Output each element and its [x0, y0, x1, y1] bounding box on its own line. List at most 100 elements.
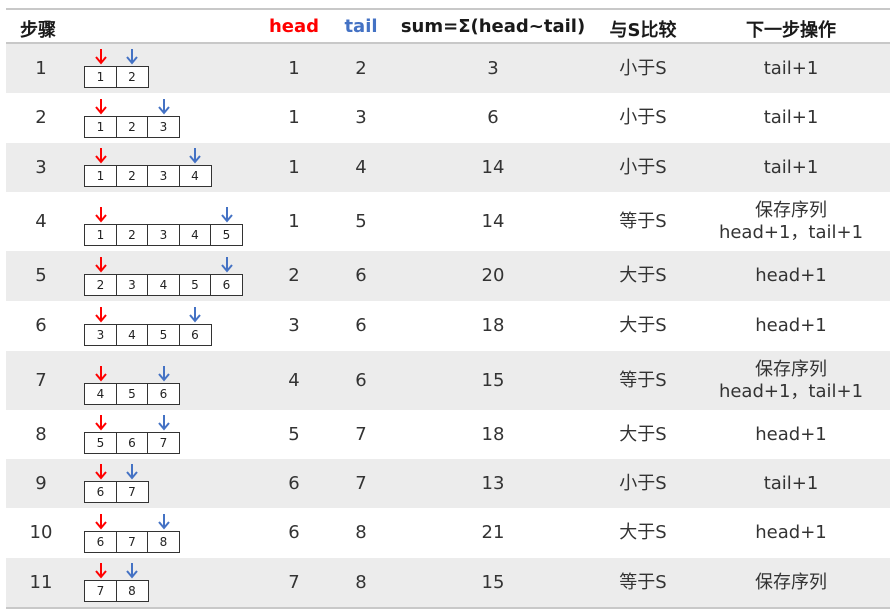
sequence-cell: 1 [84, 66, 117, 88]
head-value: 1 [288, 210, 300, 232]
sequence-cells: 123 [84, 116, 180, 138]
sequence-cell: 1 [84, 224, 117, 246]
sequence-cells: 78 [84, 580, 149, 602]
table-row: 2 1 2 3 1 3 6 小于S tail+1 [6, 93, 890, 143]
tail-value: 7 [355, 472, 367, 494]
tail-pointer-arrow-icon [189, 148, 201, 164]
sequence-cells: 678 [84, 531, 180, 553]
sequence-cell: 7 [147, 432, 180, 454]
tail-value: 3 [355, 107, 367, 129]
step-number: 4 [35, 210, 47, 232]
next-operation-line: head+1 [755, 522, 827, 544]
header-next-op-label: 下一步操作 [746, 20, 836, 41]
next-operation: 保存序列 head+1，tail+1 [701, 192, 881, 251]
head-value: 5 [288, 423, 300, 445]
head-pointer-arrow-icon [94, 49, 107, 65]
sequence-cell: 7 [115, 531, 149, 553]
next-operation-line: 保存序列 [755, 358, 827, 380]
tail-value: 5 [355, 210, 367, 232]
next-operation: head+1 [701, 251, 881, 301]
tail-pointer-arrow-icon [157, 514, 170, 530]
tail-pointer-arrow-icon [157, 366, 170, 382]
head-pointer-arrow-icon [94, 415, 107, 431]
head-value: 6 [288, 522, 300, 544]
head-pointer-arrow-icon [94, 99, 107, 115]
next-operation-line: 保存序列 [755, 199, 827, 221]
tail-pointer-arrow-icon [157, 415, 170, 431]
table-row: 6 3 4 5 6 3 6 18 大于S head+1 [6, 301, 890, 351]
sequence-cell: 4 [84, 383, 117, 405]
table-row: 7 4 5 6 4 6 15 等于S 保存序列 head+1，tail+1 [6, 351, 890, 410]
next-operation-line: tail+1 [763, 156, 819, 178]
sequence-window: 67 [84, 459, 264, 508]
step-number: 3 [35, 156, 47, 178]
sequence-cell: 1 [84, 165, 117, 187]
tail-pointer-arrow-icon [126, 49, 138, 65]
table-row: 4 1 2 3 4 5 1 5 14 等于S 保存序列 head+1，tail+1 [6, 192, 890, 251]
step-number: 8 [35, 423, 47, 445]
header-tail-label: tail [344, 16, 378, 37]
head-value: 7 [288, 571, 300, 593]
tail-pointer-arrow-icon [220, 257, 233, 273]
sequence-cell: 3 [115, 274, 149, 296]
sequence-cell: 2 [115, 224, 149, 246]
next-operation: tail+1 [701, 143, 881, 192]
sum-value: 3 [487, 57, 499, 79]
sequence-cells: 456 [84, 383, 180, 405]
two-pointer-table: 步骤 head tail sum=Σ(head~tail) 与S比较 下一步操作… [6, 8, 890, 609]
head-pointer-arrow-icon [94, 563, 107, 579]
tail-value: 8 [355, 571, 367, 593]
head-value: 1 [288, 57, 300, 79]
sequence-cell: 5 [210, 224, 243, 246]
sequence-cell: 6 [84, 531, 117, 553]
sum-value: 20 [481, 265, 505, 287]
sequence-cells: 12 [84, 66, 149, 88]
head-pointer-arrow-icon [94, 366, 107, 382]
sequence-window: 678 [84, 508, 264, 558]
tail-value: 2 [355, 57, 367, 79]
sequence-cells: 23456 [84, 274, 243, 296]
next-operation-line: tail+1 [763, 107, 819, 129]
tail-value: 7 [355, 423, 367, 445]
next-operation: 保存序列 [701, 558, 881, 607]
head-pointer-arrow-icon [94, 148, 107, 164]
next-operation: head+1 [701, 301, 881, 351]
table-body: 1 1 2 1 2 3 小于S tail+1 2 1 2 3 1 3 6 小于S tail+1 3 1 2 3 4 1 4 14… [6, 44, 890, 609]
next-operation: 保存序列 head+1，tail+1 [701, 351, 881, 410]
sequence-window: 78 [84, 558, 264, 607]
sequence-cell: 5 [115, 383, 149, 405]
sequence-cell: 2 [84, 274, 117, 296]
sequence-cell: 2 [115, 165, 149, 187]
sequence-cell: 6 [147, 383, 180, 405]
next-operation-line: 保存序列 [755, 571, 827, 593]
next-operation-line: head+1，tail+1 [718, 221, 864, 243]
sequence-window: 12 [84, 44, 264, 93]
step-number: 6 [35, 315, 47, 337]
head-value: 1 [288, 107, 300, 129]
compare-result: 等于S [619, 571, 667, 593]
sequence-cell: 2 [115, 116, 149, 138]
tail-pointer-arrow-icon [126, 464, 138, 480]
sequence-cell: 3 [147, 116, 180, 138]
sequence-window: 23456 [84, 251, 264, 301]
head-pointer-arrow-icon [94, 257, 107, 273]
step-number: 11 [29, 571, 53, 593]
next-operation: tail+1 [701, 459, 881, 508]
sequence-cell: 5 [178, 274, 212, 296]
table-row: 11 7 8 7 8 15 等于S 保存序列 [6, 558, 890, 609]
sequence-window: 123 [84, 93, 264, 143]
compare-result: 大于S [619, 522, 667, 544]
next-operation: tail+1 [701, 44, 881, 93]
tail-value: 6 [355, 369, 367, 391]
tail-pointer-arrow-icon [157, 99, 170, 115]
sum-value: 18 [481, 315, 505, 337]
header-head-label: head [268, 16, 320, 37]
step-number: 7 [35, 369, 47, 391]
sum-value: 15 [481, 571, 505, 593]
tail-pointer-arrow-icon [126, 563, 138, 579]
sequence-cell: 4 [147, 274, 180, 296]
header-compare-label: 与S比较 [609, 20, 677, 41]
compare-result: 小于S [619, 472, 667, 494]
head-value: 3 [288, 315, 300, 337]
next-operation: head+1 [701, 410, 881, 459]
